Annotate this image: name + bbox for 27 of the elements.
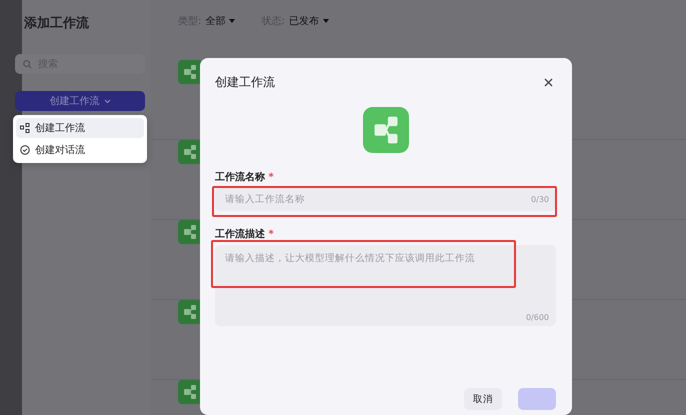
dialog-title: 创建工作流 (215, 74, 275, 91)
chevron-down-icon (104, 98, 110, 104)
field-label: 工作流名称 * (215, 170, 275, 184)
flow-icon (178, 140, 202, 164)
filter-dropdown[interactable]: 已发布 (288, 14, 319, 28)
description-field[interactable]: 请输入描述，让大模型理解什么情况下应该调用此工作流 0/600 (215, 245, 556, 326)
flow-icon (178, 300, 202, 324)
menu-item[interactable]: 创建对话流 (16, 140, 144, 160)
caret-down-icon (322, 19, 329, 23)
flow-icon (20, 123, 30, 133)
filter-dropdown[interactable]: 全部 (205, 14, 226, 28)
flow-icon (178, 380, 202, 404)
panel-title: 添加工作流 (24, 14, 90, 32)
cancel-button[interactable]: 取消 (464, 388, 502, 410)
close-icon (544, 78, 552, 87)
menu-item[interactable]: 创建工作流 (16, 118, 144, 138)
character-counter: 0/30 (531, 195, 549, 204)
name-field[interactable]: 请输入工作流名称 0/30 (215, 188, 556, 211)
search-icon (23, 60, 32, 68)
character-counter: 0/600 (526, 313, 549, 322)
create-workflow-button[interactable]: 创建工作流 (15, 91, 145, 111)
flow-icon (178, 220, 202, 244)
flow-icon (178, 60, 202, 84)
caret-down-icon (229, 19, 236, 23)
field-label: 工作流描述 * (215, 227, 275, 241)
flow-icon (362, 106, 408, 154)
chat-check-icon (20, 145, 30, 155)
